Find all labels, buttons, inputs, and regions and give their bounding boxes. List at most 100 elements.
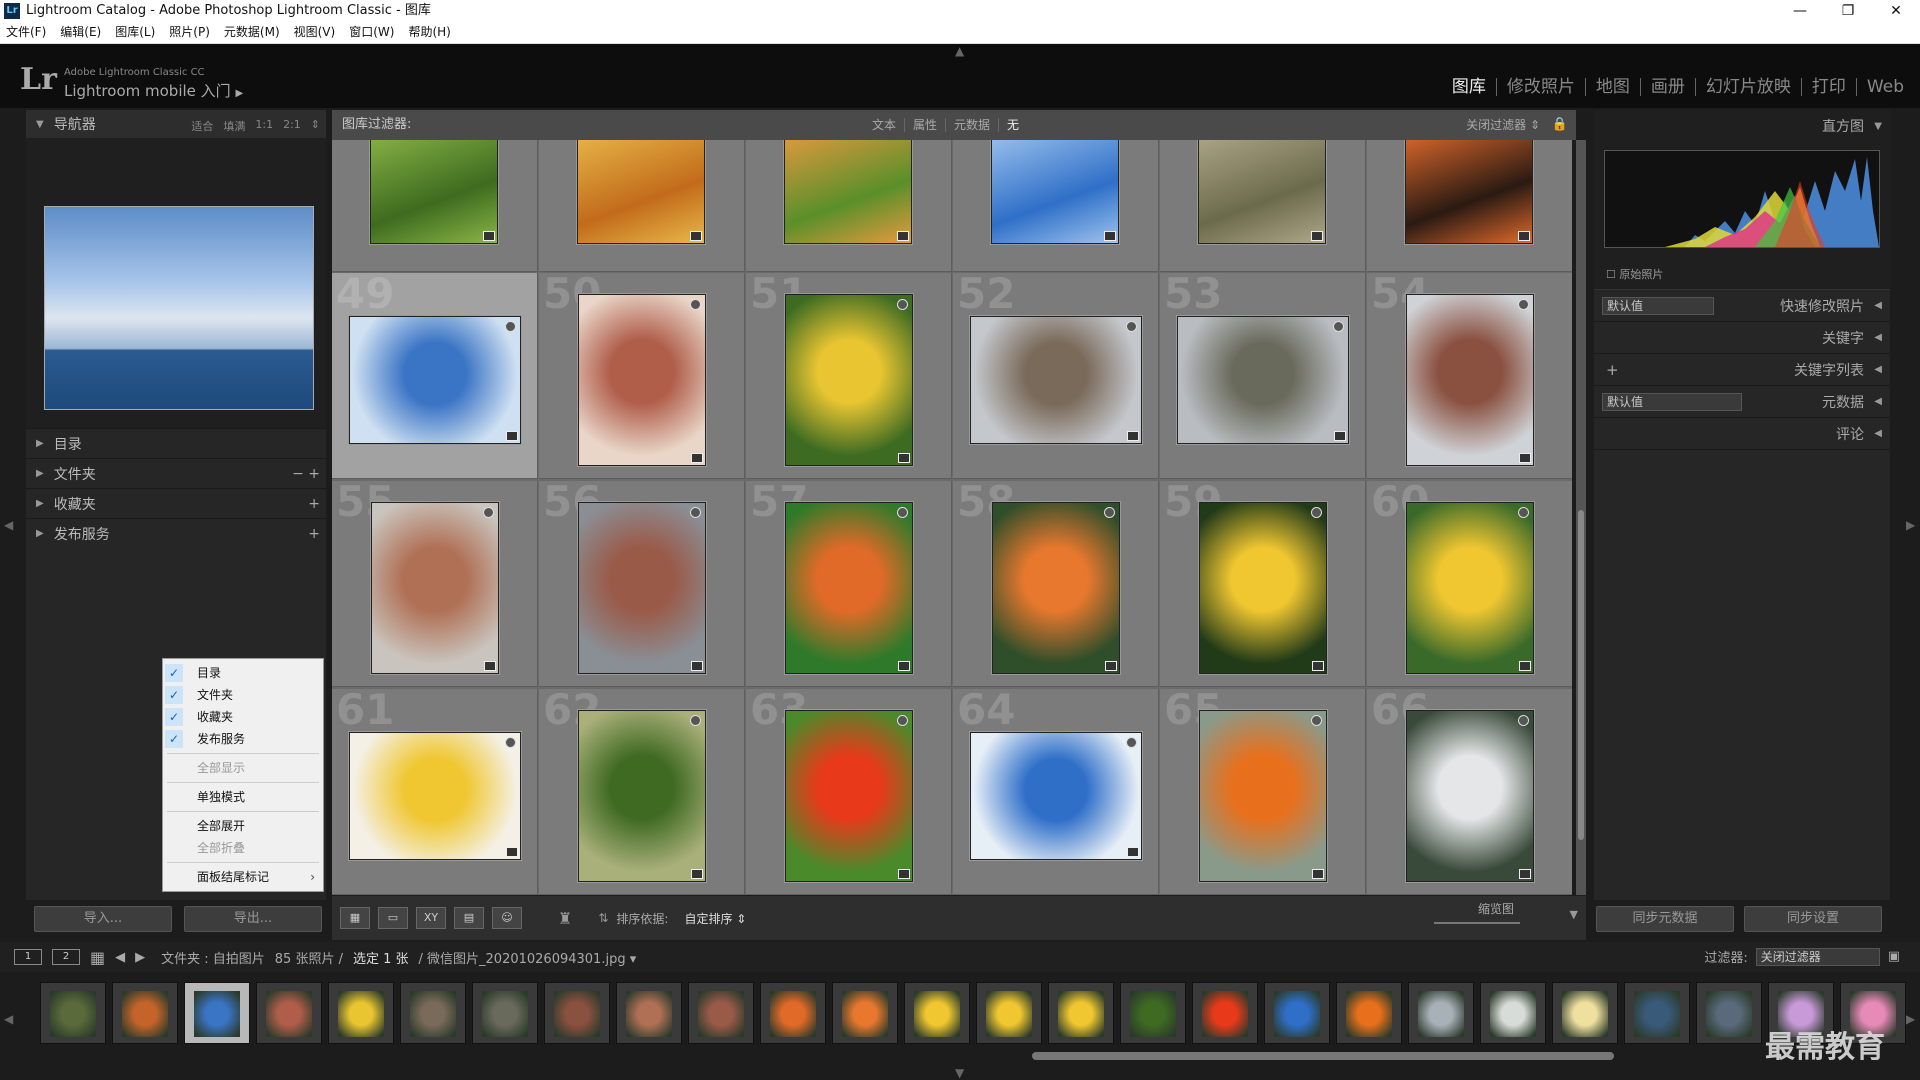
menu-edit[interactable]: 编辑(E) bbox=[60, 22, 101, 43]
menu-item-folders[interactable]: ✓ 文件夹 bbox=[163, 684, 323, 706]
menu-view[interactable]: 视图(V) bbox=[294, 22, 336, 43]
menu-item-catalog[interactable]: ✓ 目录 bbox=[163, 662, 323, 684]
survey-view-icon[interactable]: ▤ bbox=[454, 907, 484, 929]
filter-tab-metadata[interactable]: 元数据 bbox=[946, 118, 1000, 132]
grid-cell[interactable]: 53 bbox=[1160, 273, 1366, 479]
filmstrip-thumbnail[interactable] bbox=[112, 982, 178, 1044]
grid-cell[interactable]: 50 bbox=[539, 273, 745, 479]
export-button[interactable]: 导出... bbox=[184, 906, 322, 932]
identity-line-2[interactable]: Lightroom mobile 入门 ▶ bbox=[64, 80, 243, 101]
grid-cell[interactable]: 49 bbox=[332, 273, 538, 479]
zoom-fit[interactable]: 适合 bbox=[191, 118, 213, 134]
bottom-panel-toggle-icon[interactable]: ▼ bbox=[955, 1066, 964, 1080]
navigator-header[interactable]: ▼ 导航器 适合 填满 1:1 2:1 ⇕ bbox=[26, 110, 326, 138]
panel-folders[interactable]: ▶ 文件夹 − + bbox=[26, 458, 326, 488]
photo-thumbnail[interactable] bbox=[1406, 710, 1534, 882]
photo-thumbnail[interactable] bbox=[1405, 140, 1533, 244]
filmstrip-thumbnail[interactable] bbox=[760, 982, 826, 1044]
grid-cell[interactable]: 63 bbox=[746, 689, 952, 895]
flag-dot-icon[interactable] bbox=[1126, 321, 1137, 332]
window-1-button[interactable]: 1 bbox=[14, 949, 42, 965]
photo-thumbnail[interactable] bbox=[785, 294, 913, 466]
photo-thumbnail[interactable] bbox=[349, 316, 521, 444]
menu-photo[interactable]: 照片(P) bbox=[169, 22, 210, 43]
grid-cell[interactable]: 66 bbox=[1367, 689, 1572, 895]
flag-dot-icon[interactable] bbox=[1104, 507, 1115, 518]
filmstrip-thumbnail[interactable] bbox=[1336, 982, 1402, 1044]
menu-help[interactable]: 帮助(H) bbox=[408, 22, 450, 43]
module-map[interactable]: 地图 bbox=[1586, 78, 1641, 96]
grid-cell[interactable]: 55 bbox=[332, 481, 538, 687]
photo-thumbnail[interactable] bbox=[349, 732, 521, 860]
flag-dot-icon[interactable] bbox=[1311, 715, 1322, 726]
filmstrip-thumbnail[interactable] bbox=[1264, 982, 1330, 1044]
photo-thumbnail[interactable] bbox=[1199, 502, 1327, 674]
filmstrip-thumbnail[interactable] bbox=[256, 982, 322, 1044]
sync-settings-button[interactable]: 同步设置 bbox=[1744, 906, 1882, 932]
filmstrip-source[interactable]: 文件夹 : 自拍图片 bbox=[161, 948, 265, 967]
photo-thumbnail[interactable] bbox=[992, 502, 1120, 674]
panel-metadata[interactable]: 默认值 元数据 ◀ bbox=[1594, 386, 1890, 418]
filter-tab-attribute[interactable]: 属性 bbox=[905, 118, 947, 132]
filmstrip-filter-select[interactable]: 关闭过滤器 bbox=[1755, 947, 1880, 966]
filmstrip-thumbnail[interactable] bbox=[1408, 982, 1474, 1044]
menu-item-collections[interactable]: ✓ 收藏夹 bbox=[163, 706, 323, 728]
panel-keyword-list[interactable]: + 关键字列表 ◀ bbox=[1594, 354, 1890, 386]
filmstrip-thumbnail[interactable] bbox=[976, 982, 1042, 1044]
grid-cell[interactable]: 60 bbox=[1367, 481, 1572, 687]
flag-dot-icon[interactable] bbox=[1518, 507, 1529, 518]
lock-icon[interactable]: 🔒 bbox=[1552, 110, 1568, 140]
histogram-graph[interactable] bbox=[1604, 150, 1880, 248]
flag-dot-icon[interactable] bbox=[690, 507, 701, 518]
filmstrip-thumbnail[interactable] bbox=[1048, 982, 1114, 1044]
flag-dot-icon[interactable] bbox=[1311, 507, 1322, 518]
filmstrip-thumbnail[interactable] bbox=[904, 982, 970, 1044]
module-print[interactable]: 打印 bbox=[1802, 78, 1857, 96]
panel-publish-services[interactable]: ▶ 发布服务 + bbox=[26, 518, 326, 548]
sort-select[interactable]: 自定排序 ⇕ bbox=[684, 910, 746, 927]
collection-add-icon[interactable]: + bbox=[308, 496, 320, 512]
menu-item-end-marks[interactable]: 面板结尾标记 › bbox=[163, 866, 323, 888]
flag-dot-icon[interactable] bbox=[1518, 715, 1529, 726]
grid-cell[interactable]: 54 bbox=[1367, 273, 1572, 479]
import-button[interactable]: 导入... bbox=[34, 906, 172, 932]
photo-thumbnail[interactable] bbox=[578, 502, 706, 674]
filmstrip-thumbnail[interactable] bbox=[616, 982, 682, 1044]
filmstrip-scrollbar[interactable] bbox=[1032, 1052, 1614, 1060]
flag-dot-icon[interactable] bbox=[483, 507, 494, 518]
filter-preset-select[interactable]: 关闭过滤器 ⇕ bbox=[1466, 110, 1540, 140]
panel-quick-develop[interactable]: 默认值 快速修改照片 ◀ bbox=[1594, 290, 1890, 322]
left-panel-toggle-icon[interactable]: ◀ bbox=[4, 518, 13, 532]
panel-catalog[interactable]: ▶ 目录 bbox=[26, 428, 326, 458]
flag-dot-icon[interactable] bbox=[690, 715, 701, 726]
grid-cell[interactable]: 64 bbox=[953, 689, 1159, 895]
module-web[interactable]: Web bbox=[1857, 78, 1914, 96]
toolbar-menu-icon[interactable]: ▼ bbox=[1570, 908, 1578, 921]
thumbnail-size-slider[interactable] bbox=[1434, 922, 1520, 924]
photo-thumbnail[interactable] bbox=[1406, 502, 1534, 674]
filmstrip-thumbnail[interactable] bbox=[544, 982, 610, 1044]
filmstrip-thumbnail[interactable] bbox=[832, 982, 898, 1044]
window-2-button[interactable]: 2 bbox=[52, 949, 80, 965]
flag-dot-icon[interactable] bbox=[897, 507, 908, 518]
grid-cell[interactable] bbox=[1367, 140, 1572, 272]
grid-cell[interactable]: 65 bbox=[1160, 689, 1366, 895]
photo-thumbnail[interactable] bbox=[991, 140, 1119, 244]
grid-cell[interactable] bbox=[539, 140, 745, 272]
photo-thumbnail[interactable] bbox=[784, 140, 912, 244]
flag-dot-icon[interactable] bbox=[897, 299, 908, 310]
photo-thumbnail[interactable] bbox=[578, 294, 706, 466]
filmstrip-thumbnail[interactable] bbox=[1120, 982, 1186, 1044]
filmstrip-thumbnail[interactable] bbox=[184, 982, 250, 1044]
filmstrip-thumbnail[interactable] bbox=[1696, 982, 1762, 1044]
navigator-preview-image[interactable] bbox=[44, 206, 314, 410]
menu-item-publish[interactable]: ✓ 发布服务 bbox=[163, 728, 323, 750]
filter-tab-none[interactable]: 无 bbox=[999, 118, 1027, 132]
filmstrip-thumbnail[interactable] bbox=[688, 982, 754, 1044]
grid-cell[interactable]: 57 bbox=[746, 481, 952, 687]
module-develop[interactable]: 修改照片 bbox=[1497, 78, 1586, 96]
zoom-stepper-icon[interactable]: ⇕ bbox=[311, 118, 320, 134]
photo-thumbnail[interactable] bbox=[785, 502, 913, 674]
photo-thumbnail[interactable] bbox=[970, 316, 1142, 444]
module-slideshow[interactable]: 幻灯片放映 bbox=[1696, 78, 1802, 96]
